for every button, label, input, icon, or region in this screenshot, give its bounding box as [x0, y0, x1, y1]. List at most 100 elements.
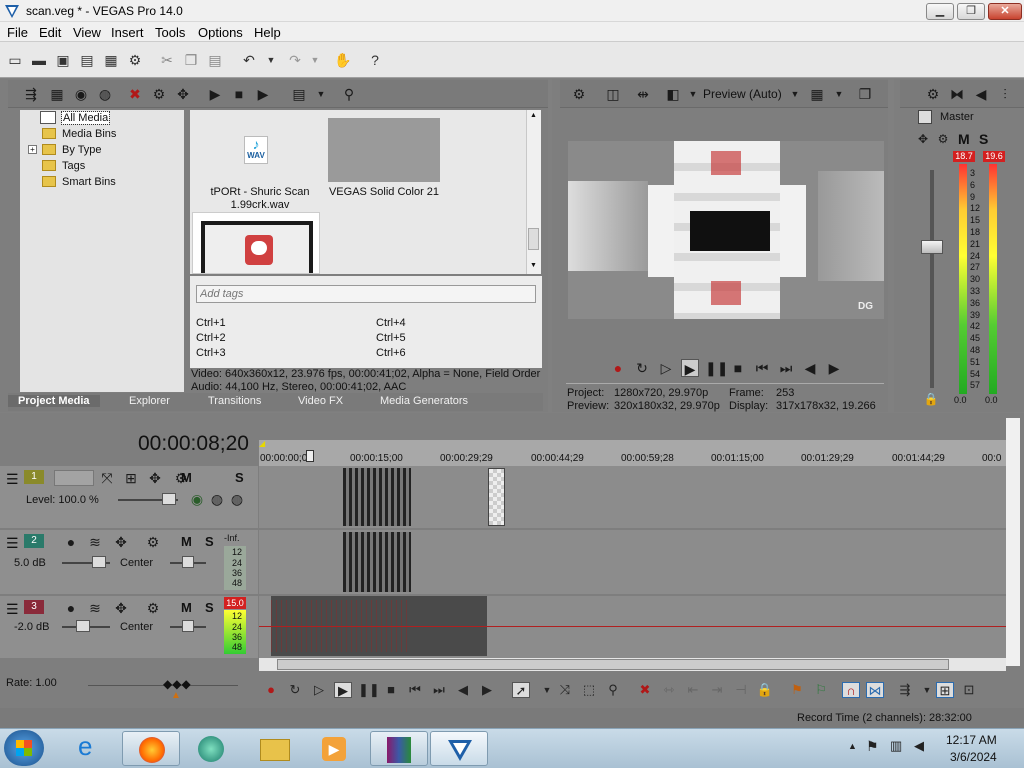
automation-icon[interactable]: ⚙ [144, 533, 162, 551]
composite-mode-icon[interactable]: ◉ [188, 490, 206, 508]
solo-button[interactable]: S [205, 534, 214, 549]
invert-phase-icon[interactable]: ≋ [86, 599, 104, 617]
edit-tool-dropdown-icon[interactable]: ▼ [538, 682, 556, 698]
media-scrollbar[interactable]: ▲ ▼ [526, 110, 541, 274]
track-header-1[interactable]: ☰ 1 ⤧ ⊞ ✥ ⚙ M S Level: 100.0 % ◉ ◍ ◍ [0, 466, 258, 528]
overlays-icon[interactable]: ◧ [664, 85, 682, 103]
vertical-scrollbar[interactable] [1006, 418, 1020, 666]
split-icon[interactable]: ⊣ [732, 682, 750, 698]
copy-icon[interactable]: ❐ [182, 51, 200, 69]
tree-tags[interactable]: Tags [62, 160, 85, 172]
mute-button[interactable]: M [181, 470, 192, 485]
go-to-start-icon[interactable]: ⏮ [753, 359, 771, 377]
pause-icon[interactable]: ❚❚ [358, 682, 380, 698]
track-header-2[interactable]: ☰ 2 ● ≋ ✥ ⚙ M S 5.0 dB Center -Inf. 12 2… [0, 530, 258, 594]
horizontal-scrollbar[interactable] [259, 658, 1006, 671]
trim-icon[interactable]: ⇿ [660, 682, 678, 698]
volume-slider[interactable] [92, 556, 106, 568]
scroll-thumb[interactable] [528, 228, 539, 250]
composite-parent-icon[interactable]: ◍ [228, 490, 246, 508]
minimize-button[interactable]: ▁ [926, 3, 954, 20]
start-button[interactable] [4, 730, 44, 766]
go-to-start-icon[interactable]: ⏮ [406, 682, 424, 698]
overlays-dropdown-icon[interactable]: ▼ [684, 85, 702, 103]
mixer-icon[interactable]: ⫶ [996, 85, 1014, 103]
delete-icon[interactable]: ✖ [636, 682, 654, 698]
go-to-end-icon[interactable]: ⏭ [430, 682, 448, 698]
insert-marker-icon[interactable]: ⚑ [788, 682, 806, 698]
master-solo-button[interactable]: S [979, 131, 988, 147]
media-properties-icon[interactable]: ✥ [174, 85, 192, 103]
add-tags-input[interactable] [196, 285, 536, 303]
import-media-icon[interactable]: ⇶ [22, 85, 40, 103]
track-menu-icon[interactable]: ☰ [6, 471, 19, 488]
video-thumbnail[interactable] [192, 212, 320, 274]
ignore-event-grouping-icon[interactable]: ✋ [334, 51, 352, 69]
loop-icon[interactable]: ↻ [633, 359, 651, 377]
master-mute-button[interactable]: M [958, 131, 970, 147]
undo-icon[interactable]: ↶ [240, 51, 258, 69]
track-menu-icon[interactable]: ☰ [6, 601, 19, 618]
menu-tools[interactable]: Tools [155, 25, 185, 40]
automation-icon[interactable]: ⚙ [144, 599, 162, 617]
undo-dropdown-icon[interactable]: ▼ [262, 51, 280, 69]
snapping-icon[interactable]: ∩ [842, 682, 860, 698]
auto-ripple-dropdown-icon[interactable]: ▼ [918, 682, 936, 698]
trim-end-icon[interactable]: ⇥ [708, 682, 726, 698]
stop-icon[interactable]: ■ [382, 682, 400, 698]
open-icon[interactable]: ▬ [30, 51, 48, 69]
paste-icon[interactable]: ▤ [206, 51, 224, 69]
master-automation-icon[interactable]: ⚙ [934, 130, 952, 148]
views-icon[interactable]: ▤ [290, 85, 308, 103]
grid-dropdown-icon[interactable]: ▼ [830, 85, 848, 103]
firefox-taskbar[interactable] [122, 731, 180, 766]
normal-edit-tool-icon[interactable]: ➚ [512, 682, 530, 698]
scroll-down-icon[interactable]: ▼ [530, 262, 537, 269]
trim-start-icon[interactable]: ⇤ [684, 682, 702, 698]
media-player-taskbar[interactable]: ▶ [306, 731, 364, 766]
tree-media-bins[interactable]: Media Bins [62, 128, 116, 140]
audio-event[interactable] [343, 532, 411, 592]
master-fx-icon[interactable]: ✥ [914, 130, 932, 148]
save-as-icon[interactable]: ▤ [78, 51, 96, 69]
next-frame-icon[interactable]: ▶ [825, 359, 843, 377]
action-center-icon[interactable]: ⚑ [866, 738, 879, 755]
stop-icon[interactable]: ■ [729, 359, 747, 377]
track-fx-icon[interactable]: ✥ [146, 469, 164, 487]
menu-insert[interactable]: Insert [111, 25, 144, 40]
app-taskbar[interactable] [182, 731, 240, 766]
redo-icon[interactable]: ↷ [286, 51, 304, 69]
pan-slider[interactable] [182, 620, 194, 632]
preview-quality-select[interactable]: Preview (Auto) [703, 87, 782, 101]
get-media-web-icon[interactable]: ◉ [72, 85, 90, 103]
tree-smart-bins[interactable]: Smart Bins [62, 176, 116, 188]
lock-envelopes-icon[interactable]: ⊞ [936, 682, 954, 698]
network-icon[interactable]: ▥ [890, 738, 902, 754]
vegas-taskbar[interactable] [430, 731, 488, 766]
tab-explorer[interactable]: Explorer [129, 395, 170, 407]
track-motion-icon[interactable]: ⤧ [98, 469, 116, 487]
close-button[interactable]: ✕ [988, 3, 1022, 20]
media-item-wav-name[interactable]: tPORt - Shuric Scan 1.99crk.wav [198, 186, 322, 212]
lock-icon[interactable]: 🔒 [922, 390, 940, 408]
envelope-tool-icon[interactable]: ⤨ [556, 682, 574, 698]
zoom-tool-icon[interactable]: ⚲ [604, 682, 622, 698]
go-to-end-icon[interactable]: ⏭ [777, 359, 795, 377]
tab-video-fx[interactable]: Video FX [298, 395, 343, 407]
show-hidden-icons[interactable]: ▲ [848, 741, 857, 751]
split-screen-icon[interactable]: ⇹ [634, 85, 652, 103]
lock-event-icon[interactable]: 🔒 [756, 682, 774, 698]
tree-by-type[interactable]: By Type [62, 144, 102, 156]
previous-frame-icon[interactable]: ◀ [801, 359, 819, 377]
track-menu-icon[interactable]: ☰ [6, 535, 19, 552]
menu-edit[interactable]: Edit [39, 25, 61, 40]
track-fx-icon[interactable]: ✥ [112, 599, 130, 617]
media-fx-icon[interactable]: ⚙ [150, 85, 168, 103]
play-icon[interactable]: ▶ [206, 85, 224, 103]
globe-icon[interactable]: ◍ [96, 85, 114, 103]
auto-crossfade-icon[interactable]: ⋈ [866, 682, 884, 698]
play-from-start-icon[interactable]: ▷ [657, 359, 675, 377]
remove-media-icon[interactable]: ✖ [126, 85, 144, 103]
play-icon[interactable]: ▶ [334, 682, 352, 698]
track-lane-2[interactable] [259, 530, 1006, 594]
